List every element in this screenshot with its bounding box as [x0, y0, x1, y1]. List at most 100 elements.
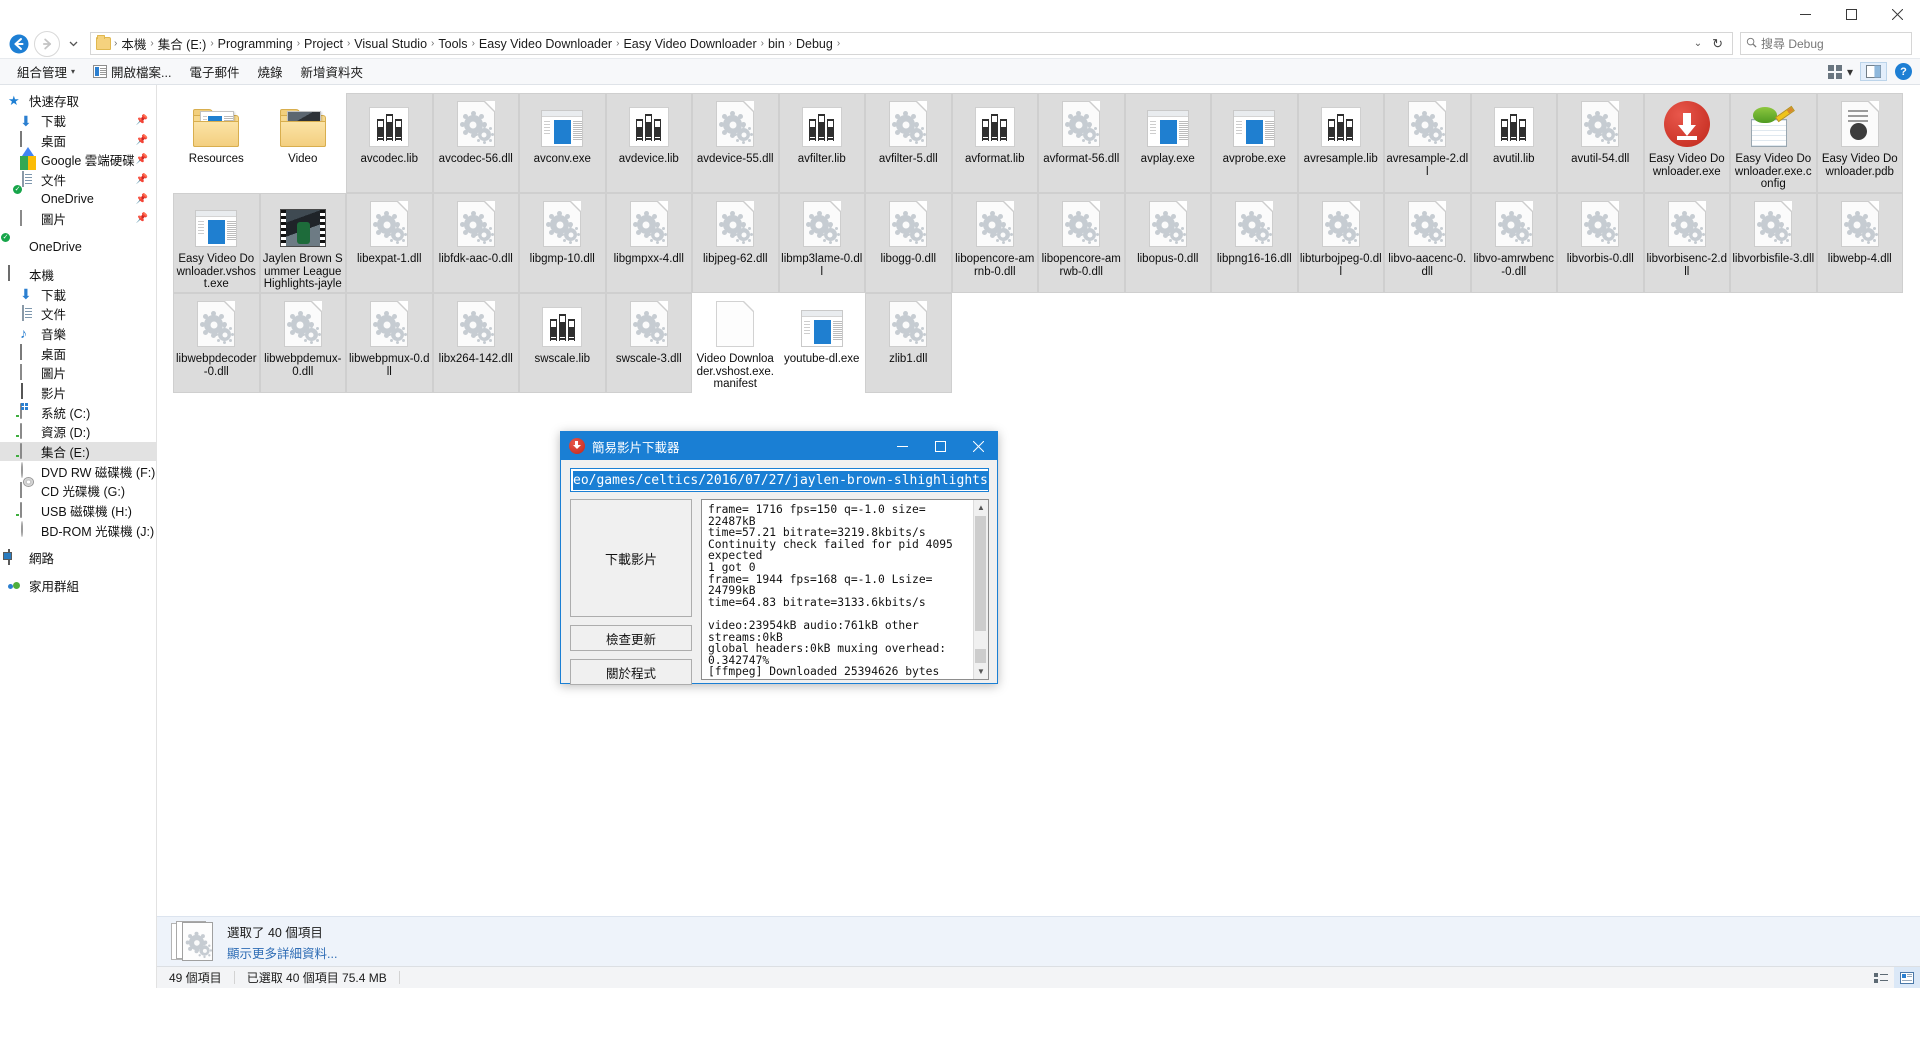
sidebar-item-16[interactable]: 資源 (D:) — [0, 422, 156, 442]
sidebar-item-12[interactable]: 桌面 — [0, 343, 156, 363]
change-view-button[interactable]: ▾ — [1823, 63, 1858, 81]
breadcrumb-item-7[interactable]: Easy Video Downloader — [620, 36, 759, 52]
file-tile[interactable]: libgmpxx-4.dll — [605, 193, 692, 293]
file-tile[interactable]: avfilter.lib — [778, 93, 865, 193]
file-tile[interactable]: libvorbis-0.dll — [1557, 193, 1644, 293]
sidebar-item-13[interactable]: 圖片 — [0, 363, 156, 383]
help-icon[interactable]: ? — [1895, 63, 1912, 80]
file-tile[interactable]: avformat-56.dll — [1038, 93, 1125, 193]
download-video-button[interactable]: 下載影片 — [570, 499, 692, 617]
sidebar-item-1[interactable]: ⬇ 下載 📌 — [0, 111, 156, 131]
sidebar-item-6[interactable]: 圖片 📌 — [0, 209, 156, 229]
file-tile[interactable]: Jaylen Brown Summer League Highlights-ja… — [259, 193, 346, 293]
sidebar-item-20[interactable]: USB 磁碟機 (H:) — [0, 501, 156, 521]
file-tile[interactable]: libopencore-amrnb-0.dll — [951, 193, 1038, 293]
sidebar-item-23[interactable]: 家用群組 — [0, 576, 156, 596]
file-tile[interactable]: Resources — [173, 93, 260, 193]
dialog-minimize-button[interactable] — [883, 432, 921, 460]
sidebar-item-15[interactable]: 系統 (C:) — [0, 402, 156, 422]
organize-button[interactable]: 組合管理 ▾ — [8, 59, 84, 84]
log-output[interactable]: frame= 1716 fps=150 q=-1.0 size= 22487kB… — [701, 499, 989, 680]
sidebar-item-5[interactable]: OneDrive 📌 — [0, 189, 156, 209]
sidebar-item-14[interactable]: 影片 — [0, 383, 156, 403]
open-file-button[interactable]: 開啟檔案... — [84, 59, 180, 84]
file-tile[interactable]: avresample.lib — [1297, 93, 1384, 193]
file-tile[interactable]: zlib1.dll — [865, 293, 952, 393]
back-arrow-icon[interactable] — [6, 31, 32, 57]
pin-icon[interactable]: 📌 — [136, 194, 148, 205]
file-tile[interactable]: libopencore-amrwb-0.dll — [1038, 193, 1125, 293]
file-tile[interactable]: avutil.lib — [1470, 93, 1557, 193]
pin-icon[interactable]: 📌 — [136, 213, 148, 224]
new-folder-button[interactable]: 新增資料夾 — [291, 59, 372, 84]
video-downloader-dialog[interactable]: 簡易影片下載器 eo/games/celtics/2016/07/27/jayl… — [560, 431, 998, 685]
breadcrumb-item-5[interactable]: Tools — [435, 36, 470, 52]
file-tile[interactable]: libgmp-10.dll — [519, 193, 606, 293]
preview-pane-button[interactable] — [1860, 62, 1887, 81]
file-tile[interactable]: swscale-3.dll — [605, 293, 692, 393]
scrollbar-thumb-lower[interactable] — [975, 649, 986, 663]
sidebar-item-21[interactable]: BD-ROM 光碟機 (J:) Pack — [0, 520, 156, 540]
breadcrumb-item-3[interactable]: Project — [301, 36, 346, 52]
sidebar-item-8[interactable]: 本機 — [0, 265, 156, 285]
file-tile[interactable]: libvo-amrwbenc-0.dll — [1470, 193, 1557, 293]
sidebar-item-9[interactable]: ⬇ 下載 — [0, 284, 156, 304]
breadcrumb-item-2[interactable]: Programming — [215, 36, 296, 52]
scroll-down-icon[interactable]: ▼ — [974, 664, 989, 679]
file-tile[interactable]: libvorbisfile-3.dll — [1730, 193, 1817, 293]
file-tile[interactable]: libpng16-16.dll — [1211, 193, 1298, 293]
file-tile[interactable]: libvorbisenc-2.dll — [1643, 193, 1730, 293]
sidebar-item-10[interactable]: 文件 — [0, 304, 156, 324]
breadcrumb-item-8[interactable]: bin — [765, 36, 788, 52]
file-tile[interactable]: libturbojpeg-0.dll — [1297, 193, 1384, 293]
burn-button[interactable]: 燒錄 — [248, 59, 291, 84]
show-more-details-link[interactable]: 顯示更多詳細資料... — [227, 943, 337, 962]
breadcrumb[interactable]: › 本機 › 集合 (E:) › Programming › Project ›… — [90, 32, 1733, 55]
file-tile[interactable]: Video Downloader.vshost.exe.manifest — [692, 293, 779, 393]
file-tile[interactable]: Easy Video Downloader.exe — [1643, 93, 1730, 193]
file-tile[interactable]: avprobe.exe — [1211, 93, 1298, 193]
maximize-button[interactable] — [1828, 0, 1874, 29]
log-scrollbar[interactable]: ▲ ▼ — [973, 500, 988, 679]
pin-icon[interactable]: 📌 — [136, 115, 148, 126]
file-tile[interactable]: avdevice-55.dll — [692, 93, 779, 193]
sidebar-item-19[interactable]: CD 光碟機 (G:) — [0, 481, 156, 501]
file-tile[interactable]: libopus-0.dll — [1124, 193, 1211, 293]
file-tile[interactable]: libwebp-4.dll — [1816, 193, 1903, 293]
file-tile[interactable]: avresample-2.dll — [1384, 93, 1471, 193]
file-tile[interactable]: avfilter-5.dll — [865, 93, 952, 193]
file-tile[interactable]: Easy Video Downloader.pdb — [1816, 93, 1903, 193]
pin-icon[interactable]: 📌 — [136, 174, 148, 185]
scrollbar-thumb[interactable] — [975, 516, 986, 631]
file-tile[interactable]: libmp3lame-0.dll — [778, 193, 865, 293]
file-tile[interactable]: avcodec-56.dll — [432, 93, 519, 193]
scroll-up-icon[interactable]: ▲ — [974, 500, 989, 515]
sidebar-item-4[interactable]: 文件 📌 — [0, 170, 156, 190]
file-tile[interactable]: swscale.lib — [519, 293, 606, 393]
breadcrumb-item-1[interactable]: 集合 (E:) — [155, 33, 210, 54]
refresh-icon[interactable]: ↻ — [1707, 36, 1728, 52]
file-tile[interactable]: avcodec.lib — [346, 93, 433, 193]
about-button[interactable]: 關於程式 — [570, 659, 692, 685]
breadcrumb-item-6[interactable]: Easy Video Downloader — [476, 36, 615, 52]
check-update-button[interactable]: 檢查更新 — [570, 625, 692, 651]
file-tile[interactable]: libogg-0.dll — [865, 193, 952, 293]
dialog-maximize-button[interactable] — [921, 432, 959, 460]
forward-arrow-icon[interactable] — [34, 30, 60, 57]
file-tile[interactable]: libfdk-aac-0.dll — [432, 193, 519, 293]
file-tile[interactable]: libexpat-1.dll — [346, 193, 433, 293]
breadcrumb-item-0[interactable]: 本機 — [118, 33, 149, 54]
file-tile[interactable]: libx264-142.dll — [432, 293, 519, 393]
dialog-close-button[interactable] — [959, 432, 997, 460]
tiles-view-icon[interactable] — [1894, 967, 1920, 988]
file-tile[interactable]: Video — [260, 93, 347, 193]
file-tile[interactable]: libwebpmux-0.dll — [346, 293, 433, 393]
sidebar-item-0[interactable]: ★ 快速存取 — [0, 91, 156, 111]
email-button[interactable]: 電子郵件 — [180, 59, 248, 84]
search-input[interactable]: 搜尋 Debug — [1740, 32, 1912, 55]
file-tile[interactable]: libjpeg-62.dll — [692, 193, 779, 293]
chevron-down-icon[interactable]: ⌄ — [1689, 38, 1707, 49]
file-tile[interactable]: avdevice.lib — [605, 93, 692, 193]
sidebar-item-3[interactable]: Google 雲端硬碟 📌 — [0, 150, 156, 170]
file-tile[interactable]: libwebpdecoder-0.dll — [173, 293, 260, 393]
